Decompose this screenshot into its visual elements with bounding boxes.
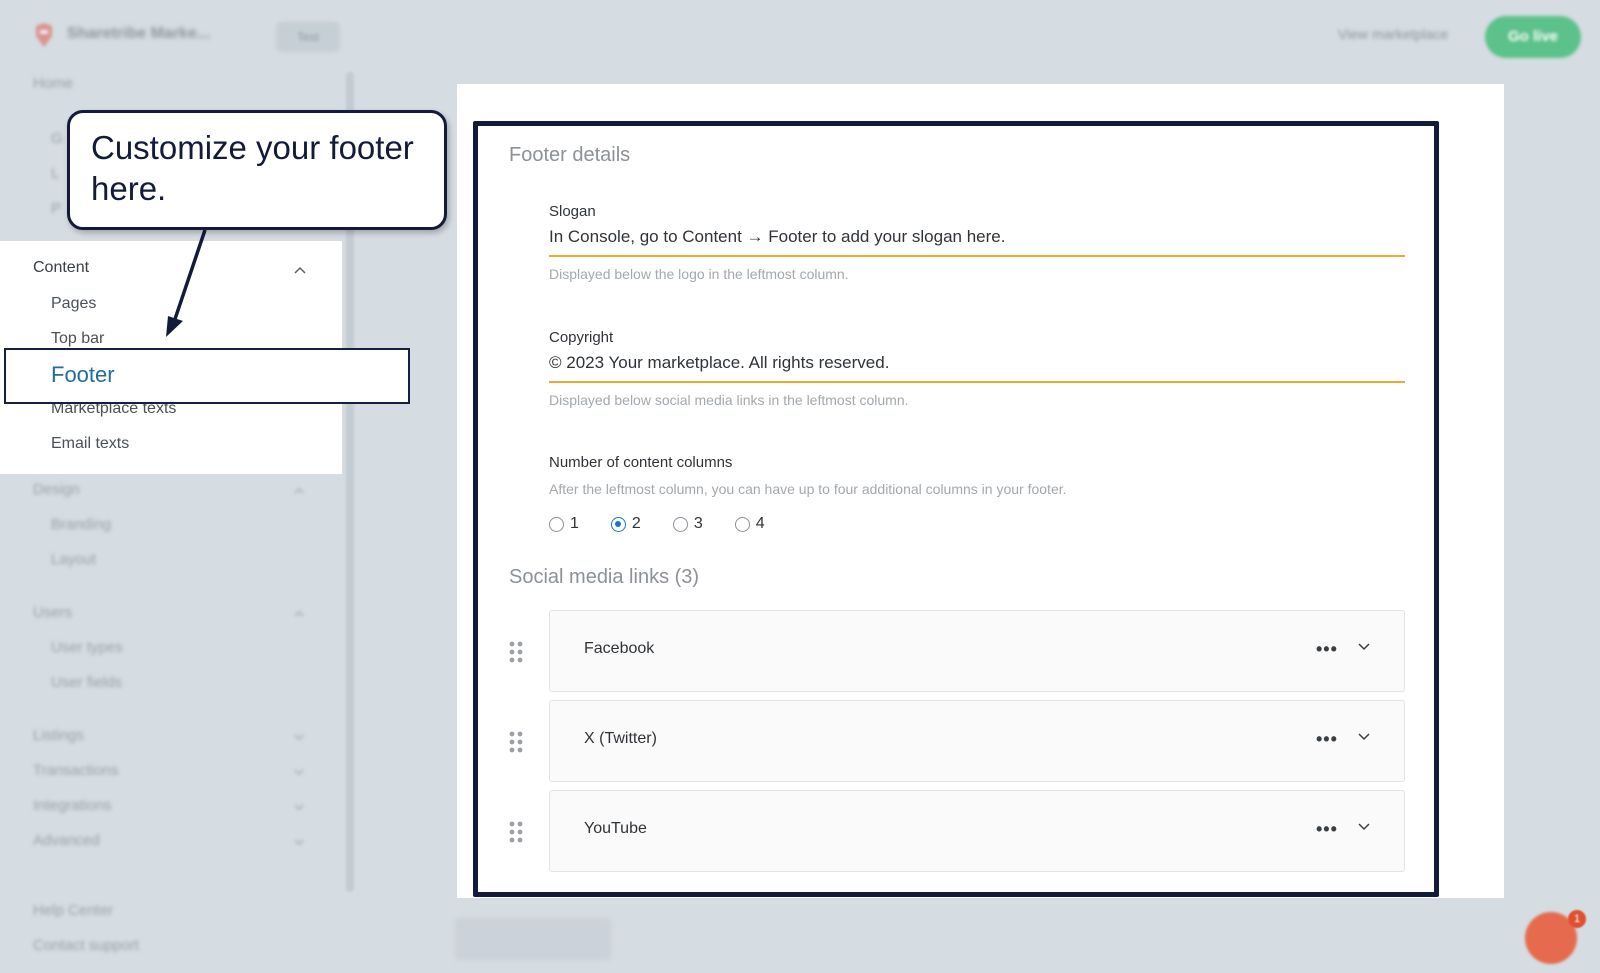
copyright-help: Displayed below social media links in th… — [549, 392, 909, 408]
save-changes-button[interactable] — [455, 918, 611, 960]
slogan-label: Slogan — [549, 203, 596, 220]
chevron-down-icon — [294, 769, 304, 776]
app-window: Sharetribe Marke... Test View marketplac… — [0, 0, 1600, 973]
drag-handle-icon[interactable] — [508, 820, 524, 844]
columns-radio-3[interactable]: 3 — [672, 515, 703, 533]
radio-circle-icon[interactable] — [734, 516, 750, 532]
social-link-name: X (Twitter) — [584, 730, 657, 747]
sidebar-group-advanced[interactable]: Advanced — [33, 832, 100, 849]
social-link-item[interactable]: Facebook ••• — [549, 610, 1405, 692]
chevron-down-icon[interactable] — [1358, 823, 1370, 831]
radio-circle-icon[interactable] — [672, 516, 688, 532]
columns-radio-2[interactable]: 2 — [610, 515, 641, 533]
sidebar-item-footer-label: Footer — [51, 362, 115, 387]
chevron-up-icon — [294, 610, 304, 617]
chevron-down-icon[interactable] — [1358, 643, 1370, 651]
annotation-callout-text: Customize your footer here. — [91, 129, 414, 207]
chevron-down-icon — [294, 804, 304, 811]
sidebar-item-user-fields[interactable]: User fields — [51, 674, 122, 691]
sidebar-group-transactions[interactable]: Transactions — [33, 762, 118, 779]
columns-help: After the leftmost column, you can have … — [549, 481, 1067, 497]
sidebar-group-users[interactable]: Users — [33, 604, 72, 621]
social-link-item[interactable]: YouTube ••• — [549, 790, 1405, 872]
contact-support-link[interactable]: Contact support — [33, 937, 139, 954]
chat-badge: 1 — [1568, 910, 1586, 928]
sidebar-group-design[interactable]: Design — [33, 481, 80, 498]
footer-details-title: Footer details — [509, 144, 631, 166]
help-center-link[interactable]: Help Center — [33, 902, 113, 919]
annotation-callout: Customize your footer here. — [67, 110, 447, 230]
columns-radio-group: 1 2 3 4 — [549, 515, 797, 533]
chevron-down-icon[interactable] — [1358, 733, 1370, 741]
go-live-button[interactable]: Go live — [1485, 16, 1581, 58]
drag-handle-icon[interactable] — [508, 730, 524, 754]
slogan-help: Displayed below the logo in the leftmost… — [549, 266, 849, 282]
columns-radio-4[interactable]: 4 — [734, 515, 765, 533]
sidebar-item-email-texts[interactable]: Email texts — [51, 435, 129, 453]
drag-handle-icon[interactable] — [508, 640, 524, 664]
columns-label: Number of content columns — [549, 454, 733, 471]
social-link-name: Facebook — [584, 640, 655, 657]
columns-radio-1-label: 1 — [570, 515, 579, 532]
more-options-icon[interactable]: ••• — [1316, 639, 1338, 660]
radio-checked-icon[interactable] — [610, 516, 626, 532]
more-options-icon[interactable]: ••• — [1316, 819, 1338, 840]
columns-radio-2-label: 2 — [631, 515, 641, 532]
chevron-down-icon — [294, 734, 304, 741]
columns-radio-1[interactable]: 1 — [549, 515, 579, 533]
chevron-down-icon — [294, 839, 304, 846]
columns-radio-3-label: 3 — [693, 515, 703, 532]
chevron-up-icon — [294, 487, 304, 494]
copyright-input[interactable]: © 2023 Your marketplace. All rights rese… — [549, 353, 1405, 383]
social-link-name: YouTube — [584, 820, 647, 837]
view-marketplace-link[interactable]: View marketplace — [1338, 26, 1448, 42]
copyright-label: Copyright — [549, 329, 614, 346]
sidebar-group-integrations[interactable]: Integrations — [33, 797, 111, 814]
sidebar-item-branding[interactable]: Branding — [51, 516, 111, 533]
radio-circle-icon[interactable] — [549, 516, 564, 532]
columns-radio-4-label: 4 — [755, 515, 765, 532]
more-options-icon[interactable]: ••• — [1316, 729, 1338, 750]
slogan-input[interactable]: In Console, go to Content → Footer to ad… — [549, 227, 1405, 257]
sidebar-item-user-types[interactable]: User types — [51, 639, 123, 656]
social-media-title: Social media links (3) — [509, 566, 700, 588]
sidebar-item-layout[interactable]: Layout — [51, 551, 96, 568]
sidebar-group-listings[interactable]: Listings — [33, 727, 84, 744]
social-link-item[interactable]: X (Twitter) ••• — [549, 700, 1405, 782]
